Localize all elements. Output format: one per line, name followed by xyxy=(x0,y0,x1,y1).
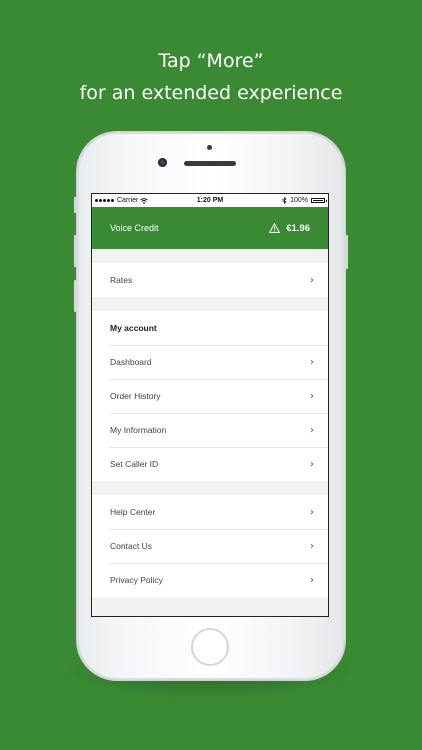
volume-up-button xyxy=(74,235,77,267)
chevron-right-icon: › xyxy=(310,274,314,286)
chevron-right-icon: › xyxy=(310,390,314,402)
volume-down-button xyxy=(74,280,77,312)
chevron-right-icon: › xyxy=(310,424,314,436)
menu-item-contact-us[interactable]: Contact Us › xyxy=(92,529,328,563)
status-bar: Carrier 1:20 PM 100% xyxy=(92,194,328,207)
bluetooth-icon xyxy=(282,197,287,204)
voice-credit-amount: €1.96 xyxy=(286,222,310,234)
voice-credit-amount-group: €1.96 xyxy=(269,223,310,234)
support-group: Help Center › Contact Us › Privacy Polic… xyxy=(92,495,328,597)
chevron-right-icon: › xyxy=(310,458,314,470)
battery-percent: 100% xyxy=(290,197,308,204)
menu-item-order-history[interactable]: Order History › xyxy=(92,379,328,413)
rates-group: Rates › xyxy=(92,263,328,297)
home-button[interactable] xyxy=(191,628,229,666)
account-group: My account Dashboard › Order History › M… xyxy=(92,311,328,481)
voice-credit-bar[interactable]: Voice Credit €1.96 xyxy=(92,207,328,249)
menu-item-label: My Information xyxy=(110,425,167,435)
menu-item-label: Help Center xyxy=(110,507,156,517)
chevron-right-icon: › xyxy=(310,540,314,552)
menu-item-label: Order History xyxy=(110,391,161,401)
power-button xyxy=(345,235,348,269)
menu-item-label: Contact Us xyxy=(110,541,153,551)
chevron-right-icon: › xyxy=(310,356,314,368)
menu-item-dashboard[interactable]: Dashboard › xyxy=(92,345,328,379)
headline-title: Tap “More” xyxy=(158,50,264,72)
menu-item-label: Set Caller ID xyxy=(110,459,159,469)
chevron-right-icon: › xyxy=(310,574,314,586)
menu-item-label: Dashboard xyxy=(110,357,152,367)
menu-item-help-center[interactable]: Help Center › xyxy=(92,495,328,529)
earpiece-speaker xyxy=(184,161,236,166)
phone-screen: Carrier 1:20 PM 100% Voice Credit €1.96 xyxy=(91,193,329,617)
front-camera xyxy=(158,158,167,167)
proximity-sensor xyxy=(207,145,212,150)
battery-icon xyxy=(311,198,327,203)
warning-icon xyxy=(269,223,281,233)
menu-item-rates[interactable]: Rates › xyxy=(92,263,328,297)
menu-item-label: Rates xyxy=(110,275,133,285)
menu-item-my-information[interactable]: My Information › xyxy=(92,413,328,447)
menu-item-label: Privacy Policy xyxy=(110,575,163,585)
section-header-label: My account xyxy=(110,323,157,333)
menu-item-privacy-policy[interactable]: Privacy Policy › xyxy=(92,563,328,597)
headline-subtitle: for an extended experience xyxy=(79,82,343,104)
chevron-right-icon: › xyxy=(310,506,314,518)
mute-switch xyxy=(74,197,77,213)
section-header-my-account: My account xyxy=(92,311,328,345)
menu-item-set-caller-id[interactable]: Set Caller ID › xyxy=(92,447,328,481)
voice-credit-label: Voice Credit xyxy=(110,223,159,233)
